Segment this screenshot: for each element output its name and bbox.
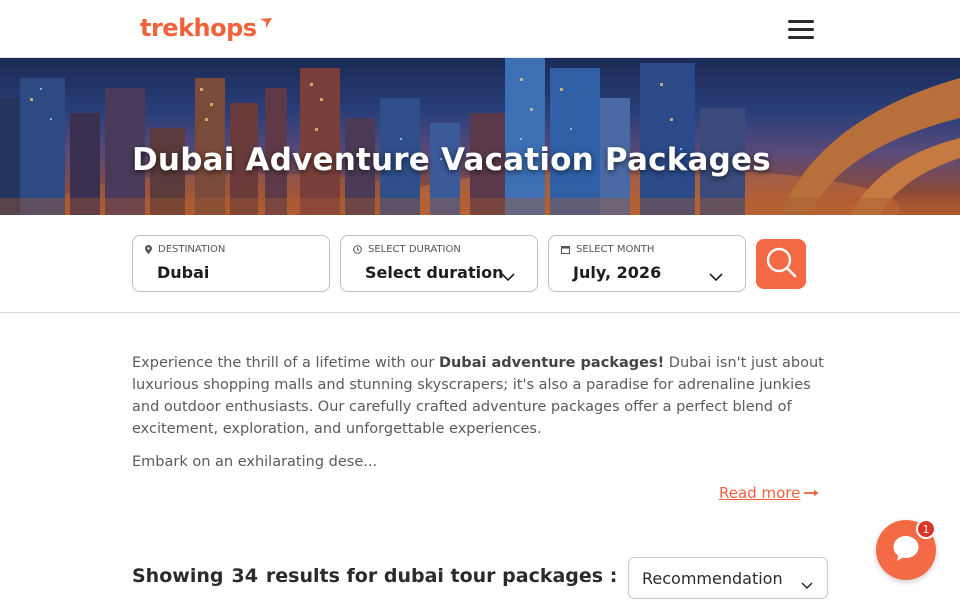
description-paragraph: Experience the thrill of a lifetime with… xyxy=(132,352,832,440)
map-pin-icon xyxy=(145,245,152,254)
dubai-skyline-image xyxy=(0,58,960,215)
hamburger-menu-icon[interactable] xyxy=(788,20,818,44)
read-more-label: Read more xyxy=(719,484,801,502)
chevron-down-icon xyxy=(709,266,723,285)
month-label-row: SELECT MONTH xyxy=(561,244,654,255)
description-highlight: Dubai adventure packages! xyxy=(438,355,665,371)
results-suffix: results for dubai tour packages : xyxy=(265,565,618,587)
destination-label: DESTINATION xyxy=(158,244,226,255)
trekhops-logo[interactable]: trekhops xyxy=(140,12,273,44)
search-bar: DESTINATION Dubai SELECT DURATION Select… xyxy=(0,215,960,313)
clock-icon xyxy=(353,245,362,254)
description-paragraph-2: Embark on an exhilarating dese... xyxy=(132,454,378,470)
chat-bubble-icon xyxy=(891,533,921,567)
logo-arrow-icon xyxy=(259,14,273,33)
results-summary: Showing 34 results for dubai tour packages… xyxy=(132,565,617,587)
duration-value: Select duration xyxy=(365,263,504,282)
notification-badge: 1 xyxy=(916,519,936,539)
description-intro: Experience the thrill of a lifetime with… xyxy=(132,355,439,371)
calendar-icon xyxy=(561,245,570,254)
month-value: July, 2026 xyxy=(573,263,662,282)
logo-text: trekhops xyxy=(140,14,257,42)
destination-value: Dubai xyxy=(157,263,210,282)
read-more-link[interactable]: Read more xyxy=(719,484,820,502)
search-icon xyxy=(764,245,798,283)
top-header: trekhops xyxy=(0,0,960,58)
chevron-down-icon xyxy=(501,266,515,285)
results-count: 34 xyxy=(231,565,258,587)
duration-label: SELECT DURATION xyxy=(368,244,461,255)
month-label: SELECT MONTH xyxy=(576,244,655,255)
destination-field[interactable]: DESTINATION Dubai xyxy=(132,235,330,292)
destination-label-row: DESTINATION xyxy=(145,244,225,255)
hero-banner: Dubai Adventure Vacation Packages xyxy=(0,58,960,215)
arrow-right-icon xyxy=(804,489,820,497)
page-title: Dubai Adventure Vacation Packages xyxy=(132,142,771,178)
month-select[interactable]: SELECT MONTH July, 2026 xyxy=(548,235,746,292)
search-button[interactable] xyxy=(756,239,806,289)
duration-select[interactable]: SELECT DURATION Select duration xyxy=(340,235,538,292)
chevron-down-icon xyxy=(801,574,813,593)
duration-label-row: SELECT DURATION xyxy=(353,244,461,255)
sort-select[interactable]: Recommendation xyxy=(628,557,828,599)
results-prefix: Showing xyxy=(132,565,224,587)
sort-value: Recommendation xyxy=(642,569,783,588)
